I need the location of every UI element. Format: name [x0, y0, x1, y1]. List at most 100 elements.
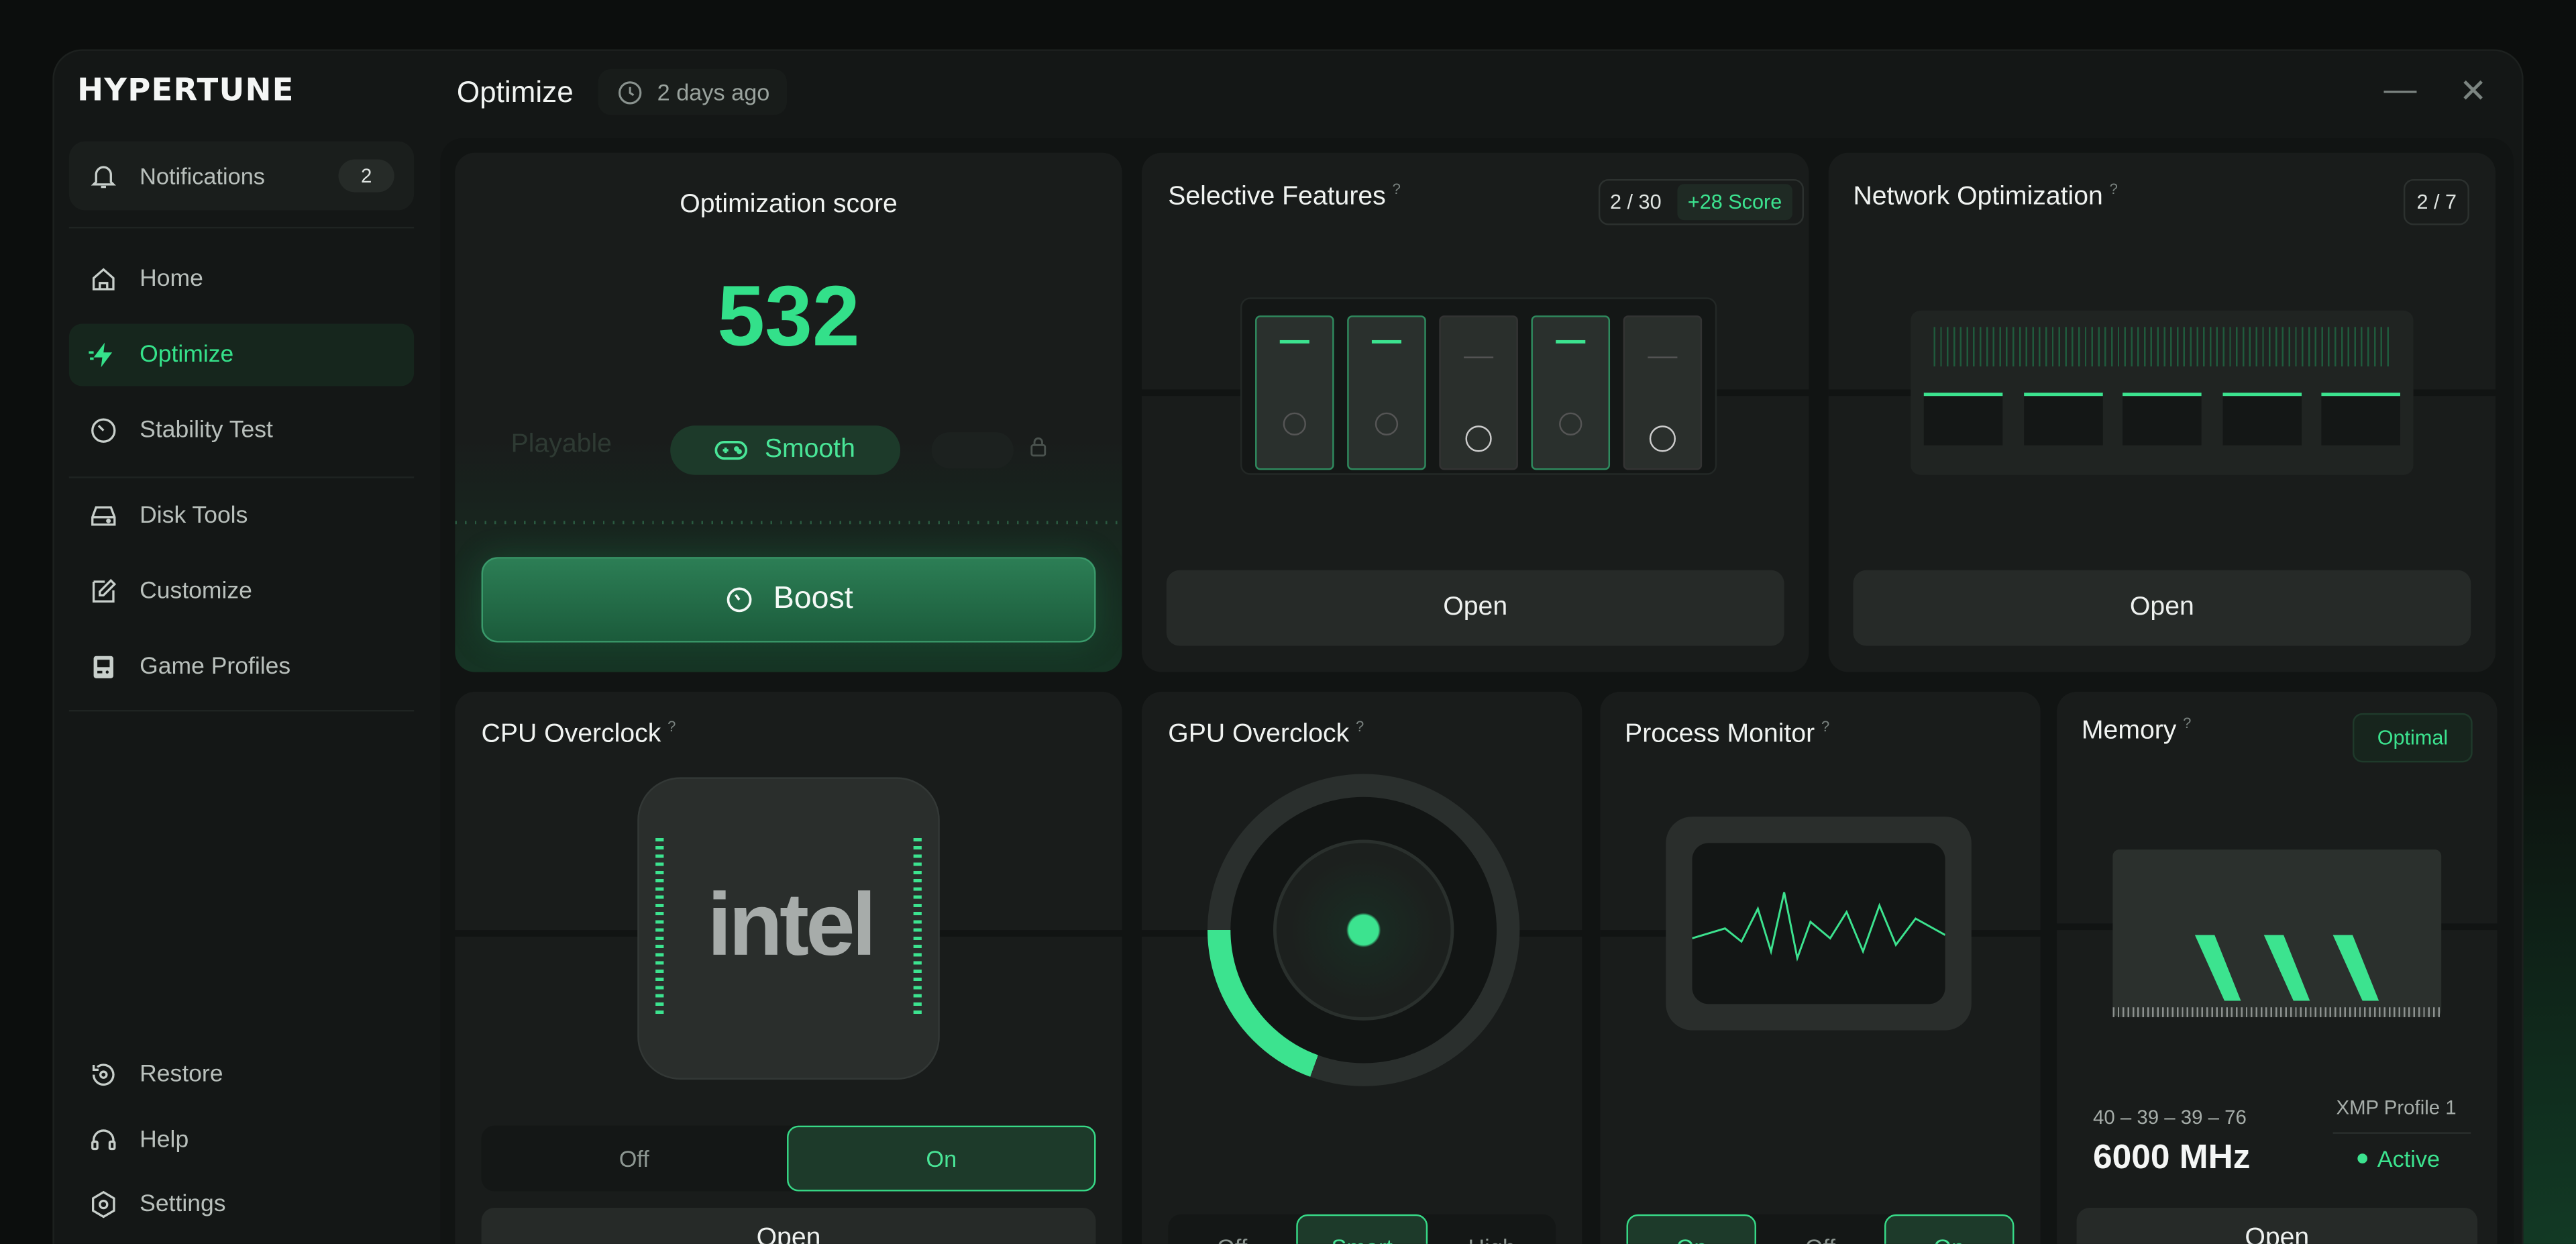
level-locked-pill — [931, 432, 1014, 468]
network-optimization-card: Network Optimization? 2 / 7 Open — [1828, 152, 2496, 672]
main-panel: Optimization score 532 Playable Smooth B… — [440, 138, 2514, 1244]
process-option-1[interactable]: On — [1626, 1214, 1757, 1244]
cpu-open-button[interactable]: Open — [481, 1208, 1096, 1244]
xmp-status: Active — [2357, 1145, 2440, 1172]
score-value: 532 — [717, 269, 860, 365]
sidebar: HYPERTUNE Notifications 2 Home Optimize … — [0, 0, 443, 1244]
xmp-profile-label: XMP Profile 1 — [2336, 1096, 2457, 1119]
process-option-2[interactable]: Off — [1757, 1214, 1884, 1244]
switch-panel — [1240, 297, 1717, 475]
score-bonus: +28 Score — [1678, 184, 1792, 221]
features-count-badge: 2 / 30 +28 Score — [1598, 178, 1804, 225]
cpu-toggle-on[interactable]: On — [787, 1125, 1096, 1192]
process-toggle[interactable]: On Off On — [1626, 1214, 2015, 1244]
gpu-mode-high[interactable]: High — [1428, 1214, 1556, 1244]
score-scale — [455, 521, 1122, 525]
sidebar-item-label: Game Profiles — [140, 654, 291, 680]
gpu-mode-smart[interactable]: Smart — [1296, 1214, 1428, 1244]
memory-open-button[interactable]: Open — [2076, 1208, 2478, 1244]
sidebar-item-disk-tools[interactable]: Disk Tools — [69, 484, 414, 547]
edit-icon — [89, 577, 118, 607]
feature-switch-on[interactable] — [1255, 315, 1334, 470]
sidebar-divider — [68, 709, 415, 712]
level-smooth-label: Smooth — [764, 435, 855, 464]
sidebar-item-optimize[interactable]: Optimize — [68, 323, 415, 386]
xmp-divider — [2332, 1132, 2471, 1134]
sidebar-item-customize[interactable]: Customize — [69, 560, 414, 623]
gamepad-icon — [89, 652, 118, 682]
router-illustration — [1911, 310, 2414, 475]
help-icon: ? — [1356, 718, 1364, 735]
features-count: 2 / 30 — [1610, 191, 1662, 214]
feature-switch-off[interactable] — [1439, 315, 1518, 470]
memory-speed: 6000 MHz — [2093, 1139, 2251, 1177]
sidebar-divider — [68, 476, 415, 478]
sidebar-item-label: Disk Tools — [140, 503, 248, 529]
lock-icon — [1027, 434, 1050, 468]
page-title: Optimize — [456, 75, 574, 109]
sidebar-item-label: Optimize — [140, 342, 234, 368]
monitor-illustration — [1666, 817, 1972, 1031]
sidebar-item-game-profiles[interactable]: Game Profiles — [69, 636, 414, 698]
bell-icon — [89, 161, 118, 191]
score-title: Optimization score — [680, 191, 898, 219]
last-run-badge: 2 days ago — [598, 68, 786, 115]
memory-status-badge: Optimal — [2352, 713, 2473, 763]
feature-switch-on[interactable] — [1531, 315, 1611, 470]
sidebar-item-restore[interactable]: Restore — [69, 1043, 414, 1106]
sidebar-item-stability-test[interactable]: Stability Test — [69, 399, 414, 462]
cpu-chip: intel — [637, 777, 940, 1080]
notifications-button[interactable]: Notifications 2 — [68, 141, 415, 211]
memory-card: Memory? Optimal 40 – 39 – 39 – 76 6000 M… — [2057, 692, 2498, 1244]
cpu-title: CPU Overclock? — [481, 718, 676, 749]
disk-icon — [89, 501, 118, 531]
level-playable[interactable]: Playable — [511, 431, 612, 460]
status-dot-icon — [2357, 1153, 2368, 1163]
feature-switch-off[interactable] — [1623, 315, 1703, 470]
network-open-button[interactable]: Open — [1853, 570, 2471, 646]
memory-timings: 40 – 39 – 39 – 76 — [2093, 1106, 2247, 1129]
ram-stick — [2112, 849, 2442, 1017]
boost-button[interactable]: Boost — [481, 557, 1096, 643]
restore-icon — [89, 1060, 118, 1090]
sidebar-item-home[interactable]: Home — [69, 248, 414, 311]
optimization-score-card: Optimization score 532 Playable Smooth B… — [455, 152, 1122, 672]
notifications-count-badge: 2 — [338, 159, 394, 193]
gamepad-icon — [715, 439, 749, 462]
gpu-mode-off[interactable]: Off — [1168, 1214, 1296, 1244]
speedometer-icon — [724, 585, 753, 615]
feature-switch-on[interactable] — [1347, 315, 1426, 470]
notifications-label: Notifications — [140, 162, 265, 189]
help-icon: ? — [667, 718, 676, 735]
sidebar-divider — [68, 226, 415, 229]
sidebar-item-settings[interactable]: Settings — [69, 1174, 414, 1236]
gauge-icon — [89, 416, 118, 446]
close-icon[interactable]: ✕ — [2459, 70, 2487, 111]
network-title: Network Optimization? — [1853, 180, 2118, 211]
minimize-icon[interactable]: — — [2383, 72, 2416, 110]
sidebar-item-label: Settings — [140, 1191, 226, 1218]
last-run-text: 2 days ago — [657, 79, 770, 105]
boost-label: Boost — [773, 581, 853, 617]
help-icon: ? — [1821, 718, 1830, 735]
home-icon — [89, 264, 118, 294]
gpu-mode-toggle[interactable]: Off Smart High — [1168, 1214, 1556, 1244]
selective-features-card: Selective Features? 2 / 30 +28 Score Ope… — [1142, 152, 1809, 672]
sidebar-item-help[interactable]: Help — [69, 1109, 414, 1172]
gpu-title: GPU Overclock? — [1168, 718, 1364, 749]
selective-features-title: Selective Features? — [1168, 180, 1401, 211]
level-smooth-pill[interactable]: Smooth — [670, 425, 901, 475]
headset-icon — [89, 1126, 118, 1155]
process-option-3[interactable]: On — [1884, 1214, 2015, 1244]
help-icon: ? — [1392, 180, 1401, 197]
sidebar-item-label: Home — [140, 266, 203, 293]
selective-features-open-button[interactable]: Open — [1166, 570, 1784, 646]
bolt-icon — [89, 340, 118, 370]
cpu-toggle-off[interactable]: Off — [482, 1126, 788, 1192]
cpu-toggle[interactable]: Off On — [481, 1125, 1096, 1192]
process-monitor-card: Process Monitor? On Off On — [1600, 692, 2041, 1244]
cpu-brand-logo: intel — [707, 876, 876, 975]
gear-icon — [89, 1190, 118, 1219]
sidebar-item-label: Help — [140, 1127, 189, 1154]
app-logo: HYPERTUNE — [77, 72, 294, 109]
